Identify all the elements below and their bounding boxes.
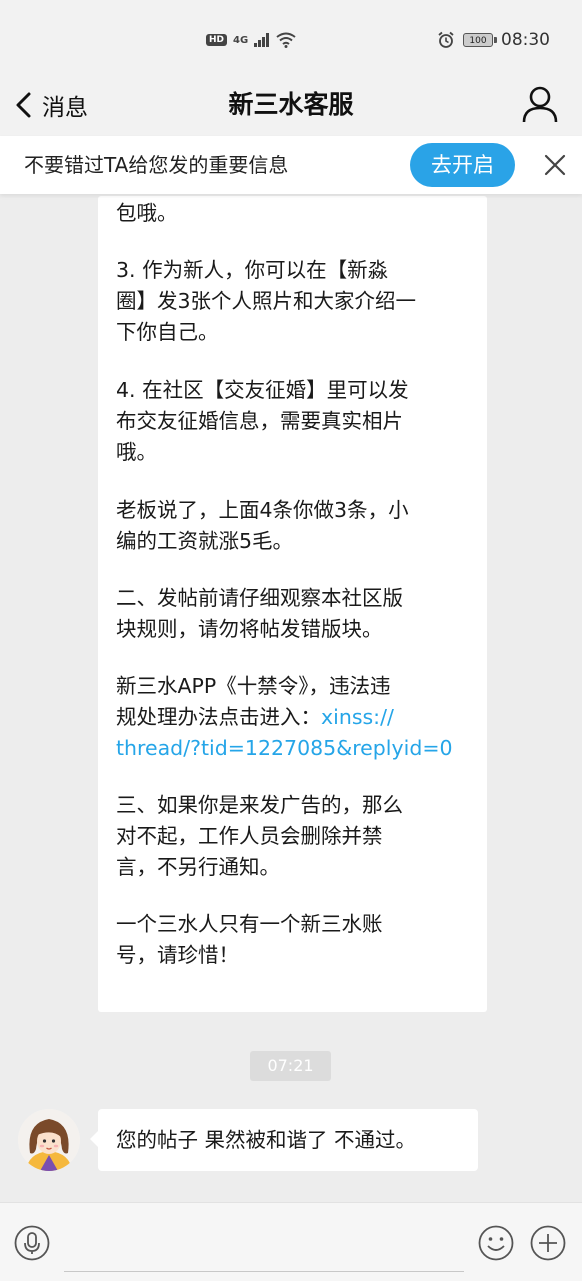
nav-bar: 新三水客服 消息: [0, 86, 582, 136]
network-type: 4G: [233, 34, 249, 46]
message-timestamp: 07:21: [250, 1051, 331, 1081]
rules-paragraph: 新三水APP《十禁令》，违法违 规处理办法点击进入：xinss:// threa…: [116, 671, 466, 764]
message-paragraph: 3. 作为新人，你可以在【新淼 圈】发3张个人照片和大家介绍一 下你自己。: [116, 258, 417, 344]
alarm-icon: [438, 31, 454, 48]
reply-bubble[interactable]: 您的帖子 果然被和谐了 不通过。: [90, 1109, 478, 1171]
close-icon[interactable]: [540, 150, 570, 180]
microphone-icon[interactable]: [14, 1225, 50, 1261]
message-paragraph: 老板说了，上面4条你做3条，小 编的工资就涨5毛。: [116, 498, 409, 553]
hd-badge: HD: [206, 34, 228, 46]
user-profile-icon[interactable]: [520, 84, 560, 124]
signal-icon: [254, 33, 270, 47]
notification-banner: 不要错过TA给您发的重要信息 去开启: [0, 136, 582, 194]
status-bar: HD 4G 100 08:30: [0, 0, 582, 86]
notification-text: 不要错过TA给您发的重要信息: [24, 153, 289, 177]
input-bar: [0, 1202, 582, 1281]
status-right: 100 08:30: [437, 30, 550, 50]
emoji-icon[interactable]: [478, 1225, 514, 1261]
message-paragraph: 一个三水人只有一个新三水账 号，请珍惜！: [116, 912, 383, 967]
message-card: 包哦。 3. 作为新人，你可以在【新淼 圈】发3张个人照片和大家介绍一 下你自己…: [98, 196, 487, 1012]
enable-notifications-button[interactable]: 去开启: [410, 143, 515, 187]
back-label: 消息: [42, 95, 88, 121]
reply-text: 您的帖子 果然被和谐了 不通过。: [116, 1128, 417, 1152]
message-paragraph: 包哦。: [116, 201, 178, 225]
wifi-icon: [276, 32, 296, 48]
status-time: 08:30: [501, 30, 550, 50]
battery-icon: 100: [463, 33, 497, 47]
chevron-left-icon: [16, 92, 31, 118]
status-indicators: HD 4G: [206, 32, 296, 48]
girl-avatar-icon: [18, 1109, 80, 1171]
plus-icon[interactable]: [530, 1225, 566, 1261]
message-paragraph: 二、发帖前请仔细观察本社区版 块规则，请勿将帖发错版块。: [116, 586, 403, 641]
back-button[interactable]: 消息: [14, 86, 88, 124]
message-paragraph: 4. 在社区【交友征婚】里可以发 布交友征婚信息，需要真实相片 哦。: [116, 378, 409, 464]
message-input[interactable]: [64, 1217, 464, 1272]
avatar[interactable]: [18, 1109, 80, 1171]
message-paragraph: 三、如果你是来发广告的，那么 对不起，工作人员会删除并禁 言，不另行通知。: [116, 793, 403, 879]
